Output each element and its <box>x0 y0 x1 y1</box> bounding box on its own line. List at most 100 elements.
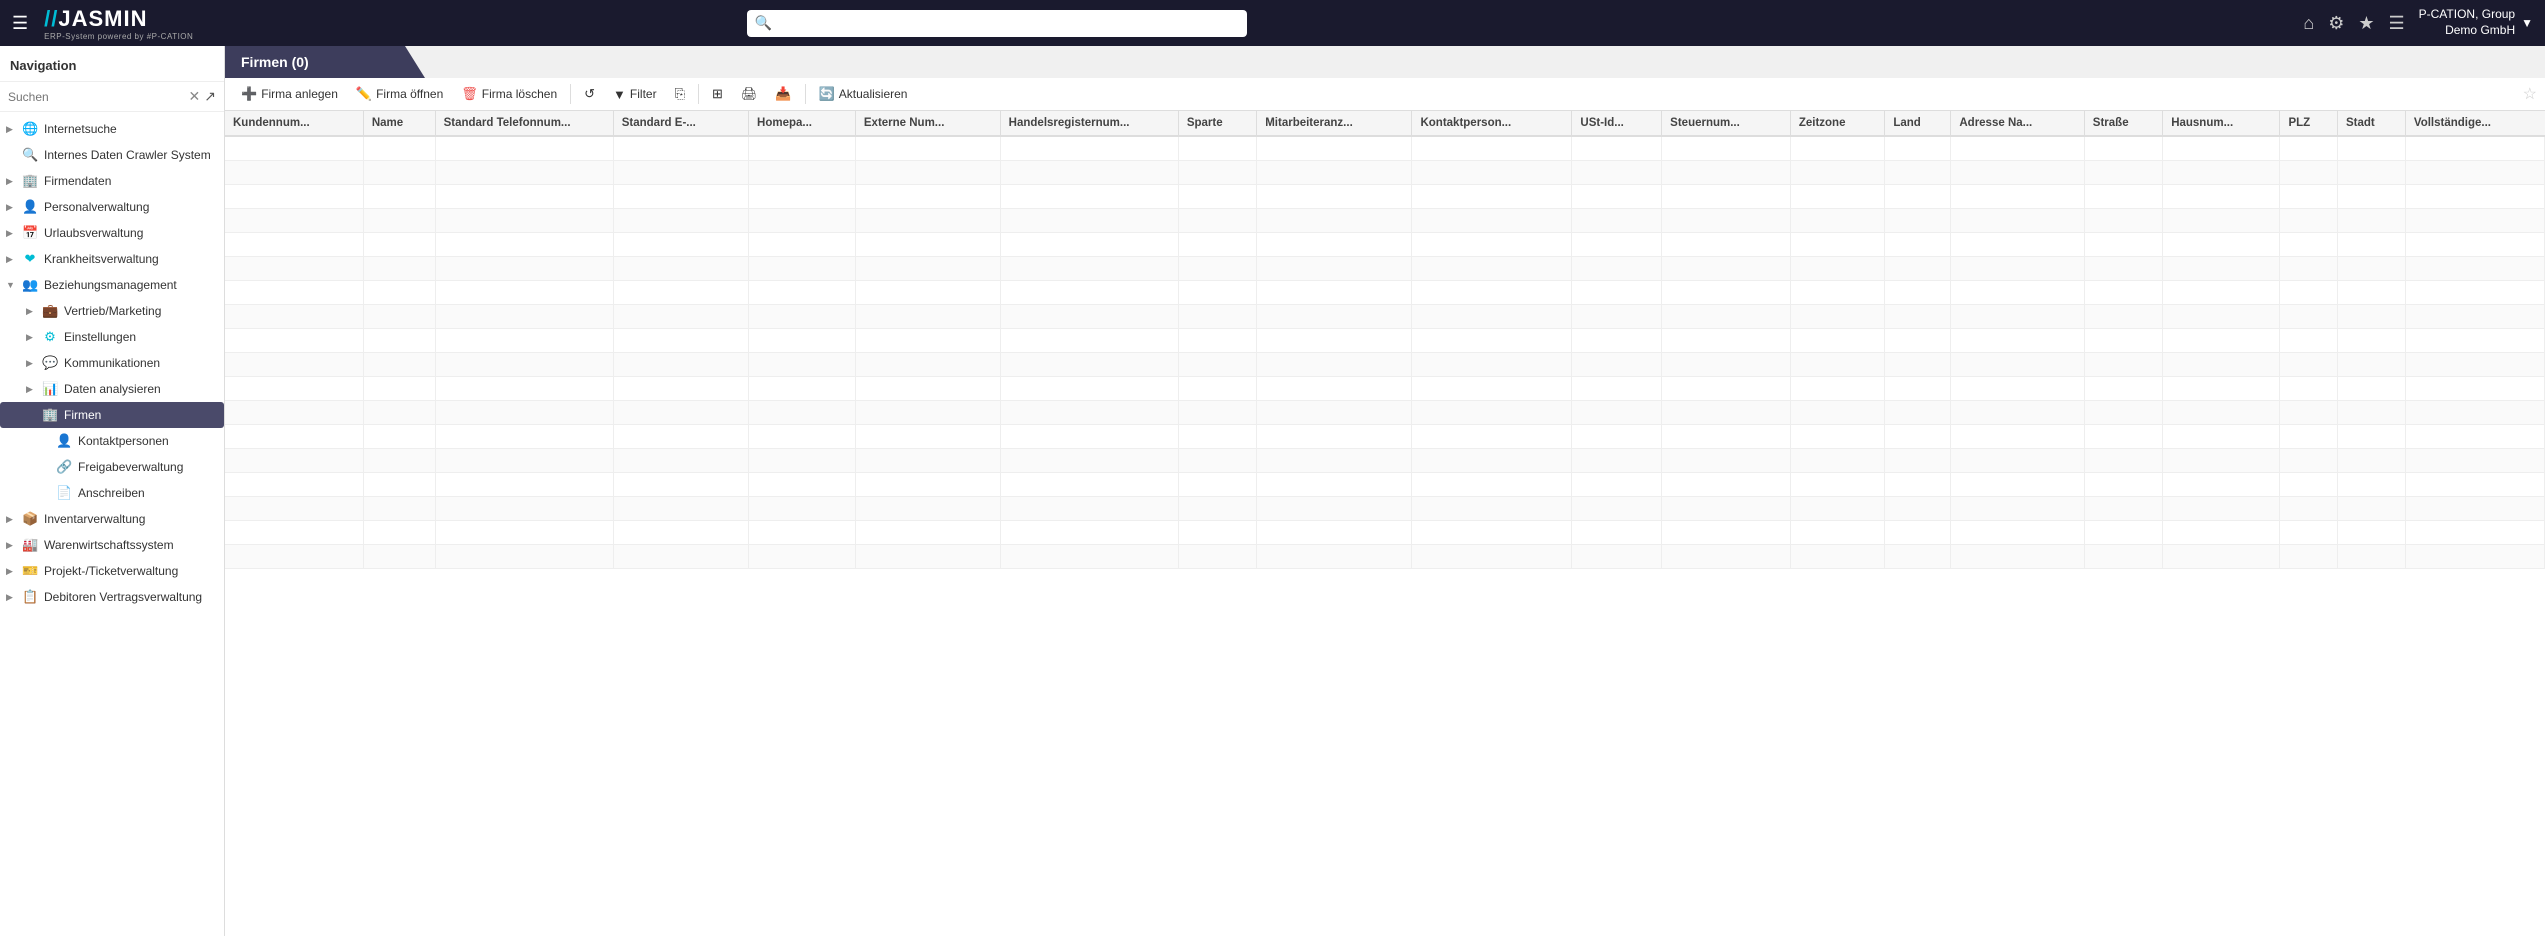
sidebar-item-debitoren[interactable]: ▶📋Debitoren Vertragsverwaltung <box>0 584 224 610</box>
companies-table: Kundennum...NameStandard Telefonnum...St… <box>225 111 2545 569</box>
col-homepa---[interactable]: Homepa... <box>749 111 856 136</box>
open-company-button[interactable]: ✏️ Firma öffnen <box>348 82 451 106</box>
refresh-icon-button[interactable]: ↺ <box>576 82 603 106</box>
sidebar-item-beziehungsmanagement[interactable]: ▼👥Beziehungsmanagement <box>0 272 224 298</box>
item-icon-vertrieb: 💼 <box>42 303 58 319</box>
item-icon-anschreiben: 📄 <box>56 485 72 501</box>
grid-icon: ⊞ <box>712 86 723 102</box>
refresh-button[interactable]: 🔄 Aktualisieren <box>811 82 916 106</box>
hamburger-icon[interactable]: ☰ <box>12 13 28 34</box>
sidebar-item-personalverwaltung[interactable]: ▶👤Personalverwaltung <box>0 194 224 220</box>
sidebar-item-projekt-ticketverwaltung[interactable]: ▶🎫Projekt-/Ticketverwaltung <box>0 558 224 584</box>
sidebar-item-freigabeverwaltung[interactable]: 🔗 Freigabeverwaltung <box>0 454 224 480</box>
sidebar-search-clear-icon[interactable]: ✕ <box>189 88 201 105</box>
search-input[interactable] <box>747 10 1247 37</box>
col-plz[interactable]: PLZ <box>2280 111 2338 136</box>
item-label-kommunikationen: Kommunikationen <box>64 356 160 370</box>
table-row <box>225 328 2545 352</box>
col-ust-id---[interactable]: USt-Id... <box>1572 111 1662 136</box>
sidebar-search-input[interactable] <box>8 90 185 104</box>
col-stadt[interactable]: Stadt <box>2337 111 2405 136</box>
col-handelsregisternum---[interactable]: Handelsregisternum... <box>1000 111 1178 136</box>
sidebar-item-internetsuche[interactable]: ▶🌐Internetsuche <box>0 116 224 142</box>
table-row <box>225 160 2545 184</box>
col-vollst-ndige---[interactable]: Vollständige... <box>2405 111 2544 136</box>
col-steuernum---[interactable]: Steuernum... <box>1662 111 1791 136</box>
item-icon-warenwirtschaft: 🏭 <box>22 537 38 553</box>
settings-icon[interactable]: ⚙ <box>2328 13 2344 34</box>
col-name[interactable]: Name <box>363 111 435 136</box>
add-icon: ➕ <box>241 86 257 102</box>
item-label-firmen: Firmen <box>64 408 101 422</box>
copy-button[interactable]: ⎘ <box>667 82 693 106</box>
global-search: 🔍 <box>747 10 1247 37</box>
table-row <box>225 520 2545 544</box>
col-mitarbeiteranz---[interactable]: Mitarbeiteranz... <box>1257 111 1412 136</box>
sidebar-item-daten-analysieren[interactable]: ▶📊Daten analysieren <box>0 376 224 402</box>
print-icon: 🖨 <box>741 86 758 102</box>
col-stra-e[interactable]: Straße <box>2084 111 2162 136</box>
col-kontaktperson---[interactable]: Kontaktperson... <box>1412 111 1572 136</box>
table-row <box>225 448 2545 472</box>
export-button[interactable]: 📥 <box>767 82 799 106</box>
col-standard-e----[interactable]: Standard E-... <box>613 111 748 136</box>
col-kundennum---[interactable]: Kundennum... <box>225 111 363 136</box>
sidebar-item-anschreiben[interactable]: 📄 Anschreiben <box>0 480 224 506</box>
item-label-internetsuche: Internetsuche <box>44 122 117 136</box>
user-menu[interactable]: P-CATION, Group Demo GmbH ▼ <box>2419 7 2533 38</box>
item-icon-freigabeverwaltung: 🔗 <box>56 459 72 475</box>
nav-icon[interactable]: ☰ <box>2389 13 2405 34</box>
sidebar-item-urlaubsverwaltung[interactable]: ▶📅Urlaubsverwaltung <box>0 220 224 246</box>
delete-company-button[interactable]: 🗑 Firma löschen <box>453 82 565 106</box>
sidebar-item-inventarverwaltung[interactable]: ▶📦Inventarverwaltung <box>0 506 224 532</box>
item-label-personalverwaltung: Personalverwaltung <box>44 200 149 214</box>
delete-icon: 🗑 <box>461 86 478 102</box>
arrow-icon-urlaubsverwaltung: ▶ <box>6 228 16 239</box>
item-label-warenwirtschaft: Warenwirtschaftssystem <box>44 538 174 552</box>
filter-button[interactable]: ▼ Filter <box>605 83 665 106</box>
col-standard-telefonnum---[interactable]: Standard Telefonnum... <box>435 111 613 136</box>
favorites-icon[interactable]: ★ <box>2358 13 2374 34</box>
col-adresse-na---[interactable]: Adresse Na... <box>1951 111 2084 136</box>
table-row <box>225 280 2545 304</box>
item-label-krankheitsverwaltung: Krankheitsverwaltung <box>44 252 159 266</box>
logo: //JASMIN ERP-System powered by #P-CATION <box>44 6 193 41</box>
sidebar-item-daten-crawler[interactable]: 🔍Internes Daten Crawler System <box>0 142 224 168</box>
favorite-star-icon[interactable]: ☆ <box>2523 84 2537 104</box>
item-label-firmendaten: Firmendaten <box>44 174 111 188</box>
sidebar-item-einstellungen[interactable]: ▶⚙Einstellungen <box>0 324 224 350</box>
grid-view-button[interactable]: ⊞ <box>704 82 731 106</box>
sidebar-search-go-icon[interactable]: ↗ <box>204 88 216 105</box>
col-hausnum---[interactable]: Hausnum... <box>2163 111 2280 136</box>
item-icon-inventarverwaltung: 📦 <box>22 511 38 527</box>
table-row <box>225 376 2545 400</box>
sidebar-item-firmendaten[interactable]: ▶🏢Firmendaten <box>0 168 224 194</box>
col-externe-num---[interactable]: Externe Num... <box>855 111 1000 136</box>
toolbar: ➕ Firma anlegen ✏️ Firma öffnen 🗑 Firma … <box>225 78 2545 111</box>
content-area: Firmen (0) ➕ Firma anlegen ✏️ Firma öffn… <box>225 46 2545 936</box>
sidebar-item-kontaktpersonen[interactable]: 👤Kontaktpersonen <box>0 428 224 454</box>
item-label-freigabeverwaltung: Freigabeverwaltung <box>78 460 183 474</box>
table-row <box>225 136 2545 160</box>
col-zeitzone[interactable]: Zeitzone <box>1790 111 1884 136</box>
table-row <box>225 352 2545 376</box>
content-title: Firmen (0) <box>225 46 425 78</box>
sidebar-item-vertrieb[interactable]: ▶💼Vertrieb/Marketing <box>0 298 224 324</box>
item-label-anschreiben: Anschreiben <box>78 486 145 500</box>
print-button[interactable]: 🖨 <box>733 82 766 106</box>
col-sparte[interactable]: Sparte <box>1178 111 1256 136</box>
sidebar-item-krankheitsverwaltung[interactable]: ▶❤Krankheitsverwaltung <box>0 246 224 272</box>
arrow-icon-einstellungen: ▶ <box>26 332 36 343</box>
sidebar-item-kommunikationen[interactable]: ▶💬Kommunikationen <box>0 350 224 376</box>
sidebar-item-warenwirtschaft[interactable]: ▶🏭Warenwirtschaftssystem <box>0 532 224 558</box>
col-land[interactable]: Land <box>1885 111 1951 136</box>
table-row <box>225 424 2545 448</box>
add-company-button[interactable]: ➕ Firma anlegen <box>233 82 346 106</box>
sidebar-item-firmen[interactable]: 🏢Firmen <box>0 402 224 428</box>
home-icon[interactable]: ⌂ <box>2303 13 2314 34</box>
arrow-icon-krankheitsverwaltung: ▶ <box>6 254 16 265</box>
item-label-debitoren: Debitoren Vertragsverwaltung <box>44 590 202 604</box>
table-row <box>225 304 2545 328</box>
arrow-icon-vertrieb: ▶ <box>26 306 36 317</box>
logo-sub: ERP-System powered by #P-CATION <box>44 32 193 41</box>
